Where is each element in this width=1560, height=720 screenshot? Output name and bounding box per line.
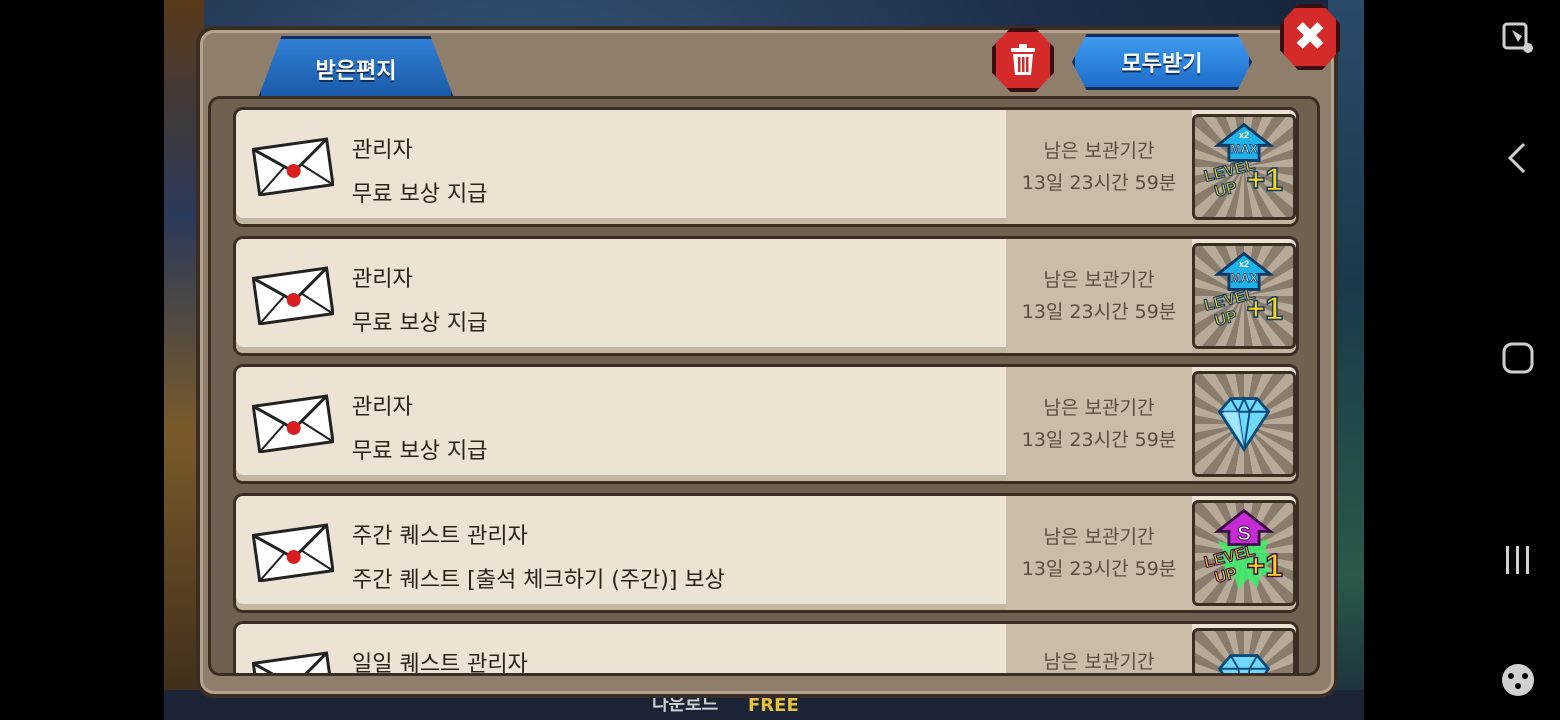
reward-slot[interactable]: x2 MAX LEVEL UP +1 bbox=[1192, 114, 1296, 220]
diamond-icon bbox=[1217, 654, 1271, 673]
svg-text:MAX: MAX bbox=[1230, 142, 1258, 156]
reward-slot[interactable] bbox=[1192, 371, 1296, 477]
mail-row-body: 일일 퀘스트 관리자 남은 보관기간 bbox=[236, 624, 1296, 676]
mail-subject: 무료 보상 지급 bbox=[352, 311, 488, 336]
expire-value: 13일 23시간 59분 bbox=[1021, 558, 1177, 580]
tab-received-mail[interactable]: 받은편지 bbox=[258, 36, 454, 98]
mail-row[interactable]: 관리자 무료 보상 지급 남은 보관기간 13일 23시간 59분 bbox=[233, 364, 1299, 484]
mail-row[interactable]: 일일 퀘스트 관리자 남은 보관기간 bbox=[233, 621, 1299, 676]
expire-box: 남은 보관기간 13일 23시간 59분 bbox=[1006, 110, 1192, 224]
mail-subject: 무료 보상 지급 bbox=[352, 182, 488, 207]
envelope-icon bbox=[252, 137, 334, 196]
system-nav-bar bbox=[1474, 0, 1560, 720]
mail-row-body: 관리자 무료 보상 지급 남은 보관기간 13일 23시간 59분 bbox=[236, 367, 1296, 481]
screen-capture-icon[interactable] bbox=[1502, 20, 1536, 56]
mail-subject: 주간 퀘스트 [출석 체크하기 (주간)] 보상 bbox=[352, 568, 725, 593]
mail-sender: 관리자 bbox=[352, 395, 413, 420]
home-icon[interactable] bbox=[1502, 340, 1534, 376]
envelope-icon bbox=[252, 651, 334, 673]
mail-row[interactable]: 주간 퀘스트 관리자 주간 퀘스트 [출석 체크하기 (주간)] 보상 남은 보… bbox=[233, 493, 1299, 613]
expire-label: 남은 보관기간 bbox=[1043, 269, 1155, 291]
diamond-icon bbox=[1217, 396, 1271, 453]
expire-value: 13일 23시간 59분 bbox=[1021, 301, 1177, 323]
mail-sender: 주간 퀘스트 관리자 bbox=[352, 524, 528, 549]
level-up-max-icon: x2 MAX LEVEL UP +1 bbox=[1202, 251, 1284, 330]
expire-box: 남은 보관기간 bbox=[1006, 624, 1192, 673]
mail-row-body: 주간 퀘스트 관리자 주간 퀘스트 [출석 체크하기 (주간)] 보상 남은 보… bbox=[236, 496, 1296, 610]
free-text: FREE bbox=[748, 695, 799, 716]
mail-list[interactable]: 관리자 무료 보상 지급 남은 보관기간 13일 23시간 59분 x2 MAX… bbox=[208, 96, 1320, 676]
level-up-s-icon: S LEVEL UP +1 bbox=[1202, 508, 1284, 590]
close-icon: ✖ bbox=[1293, 14, 1327, 60]
tab-received-mail-label: 받은편지 bbox=[315, 58, 397, 84]
envelope-icon bbox=[252, 394, 334, 453]
reward-slot[interactable] bbox=[1192, 628, 1296, 673]
expire-label: 남은 보관기간 bbox=[1043, 140, 1155, 162]
svg-text:S: S bbox=[1237, 522, 1251, 545]
expire-label: 남은 보관기간 bbox=[1043, 651, 1155, 673]
mail-subject: 무료 보상 지급 bbox=[352, 439, 488, 464]
mail-row[interactable]: 관리자 무료 보상 지급 남은 보관기간 13일 23시간 59분 x2 MAX… bbox=[233, 107, 1299, 227]
back-icon[interactable] bbox=[1506, 140, 1528, 176]
collect-all-label: 모두받기 bbox=[1121, 52, 1203, 77]
expire-label: 남은 보관기간 bbox=[1043, 397, 1155, 419]
mail-sender: 관리자 bbox=[352, 138, 413, 163]
expire-box: 남은 보관기간 13일 23시간 59분 bbox=[1006, 367, 1192, 481]
expire-label: 남은 보관기간 bbox=[1043, 526, 1155, 548]
svg-text:+1: +1 bbox=[1246, 291, 1283, 327]
svg-text:+1: +1 bbox=[1246, 162, 1283, 198]
mail-sender: 일일 퀘스트 관리자 bbox=[352, 652, 528, 676]
level-up-max-icon: x2 MAX LEVEL UP +1 bbox=[1202, 122, 1284, 201]
expire-value: 13일 23시간 59분 bbox=[1021, 172, 1177, 194]
svg-text:MAX: MAX bbox=[1230, 271, 1258, 285]
mail-row[interactable]: 관리자 무료 보상 지급 남은 보관기간 13일 23시간 59분 x2 MAX… bbox=[233, 236, 1299, 356]
svg-text:x2: x2 bbox=[1239, 258, 1249, 269]
envelope-icon bbox=[252, 523, 334, 582]
reward-slot[interactable]: S LEVEL UP +1 bbox=[1192, 500, 1296, 606]
expire-box: 남은 보관기간 13일 23시간 59분 bbox=[1006, 239, 1192, 353]
envelope-icon bbox=[252, 266, 334, 325]
mail-row-body: 관리자 무료 보상 지급 남은 보관기간 13일 23시간 59분 x2 MAX… bbox=[236, 110, 1296, 224]
expire-value: 13일 23시간 59분 bbox=[1021, 429, 1177, 451]
trash-icon bbox=[1011, 44, 1035, 75]
close-button[interactable]: ✖ bbox=[1280, 4, 1340, 70]
mail-row-body: 관리자 무료 보상 지급 남은 보관기간 13일 23시간 59분 x2 MAX… bbox=[236, 239, 1296, 353]
game-tools-icon[interactable] bbox=[1500, 662, 1536, 698]
mail-sender: 관리자 bbox=[352, 267, 413, 292]
svg-text:+1: +1 bbox=[1246, 548, 1283, 584]
reward-slot[interactable]: x2 MAX LEVEL UP +1 bbox=[1192, 243, 1296, 349]
collect-all-button[interactable]: 모두받기 bbox=[1072, 34, 1252, 90]
recent-apps-icon[interactable] bbox=[1502, 542, 1534, 578]
svg-text:x2: x2 bbox=[1239, 129, 1249, 140]
expire-box: 남은 보관기간 13일 23시간 59분 bbox=[1006, 496, 1192, 610]
